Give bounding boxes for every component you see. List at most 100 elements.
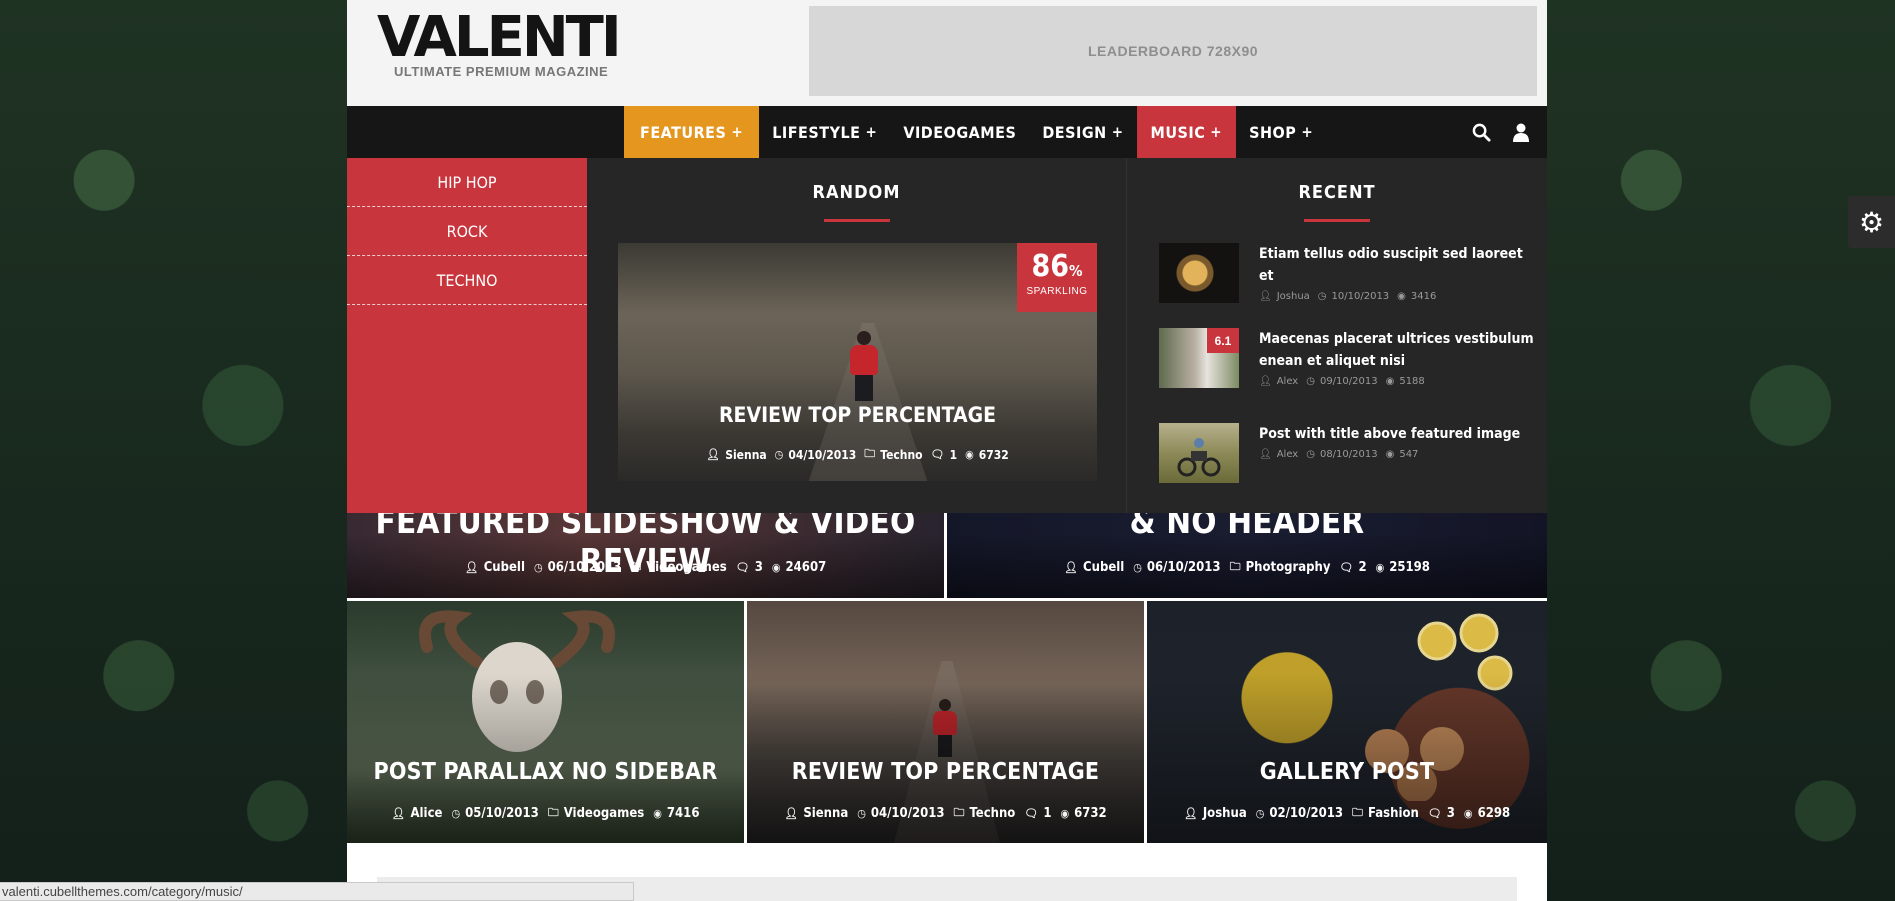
meta-author[interactable]: Sienna (725, 448, 766, 462)
tile-title: REVIEW TOP PERCENTAGE (791, 759, 1100, 785)
nav-item-features[interactable]: FEATURES + (624, 106, 760, 158)
nav-label: DESIGN (1042, 122, 1107, 142)
meta-comments[interactable]: 3 (755, 560, 763, 575)
settings-gear-icon[interactable]: ⚙︎ (1848, 196, 1895, 248)
user-icon: 👤︎ (391, 807, 406, 820)
meta-category[interactable]: Videogames (564, 806, 645, 821)
subcategory-rock[interactable]: ROCK (347, 207, 587, 256)
meta-category[interactable]: Fashion (1368, 806, 1419, 821)
eye-icon: ◉ (1463, 807, 1473, 820)
recent-post-title[interactable]: Maecenas placerat ultrices vestibulum en… (1259, 328, 1539, 372)
user-icon: 👤︎ (1259, 376, 1272, 387)
post-tile-review-top-percentage[interactable]: REVIEW TOP PERCENTAGE 👤︎ Sienna ◷ 04/10/20… (747, 601, 1144, 843)
nav-item-design[interactable]: DESIGN + (1029, 106, 1136, 158)
plus-icon: + (1301, 123, 1314, 141)
meta-date: 10/10/2013 (1331, 291, 1390, 302)
score-badge: 6.1 (1207, 328, 1239, 353)
nav-item-lifestyle[interactable]: LIFESTYLE + (759, 106, 890, 158)
meta-date: 08/10/2013 (1319, 449, 1378, 460)
subcategory-hip-hop[interactable]: HIP HOP (347, 158, 587, 207)
eye-icon: ◉ (653, 807, 662, 820)
meta-comments[interactable]: 1 (950, 448, 958, 462)
nav-label: FEATURES (640, 122, 727, 142)
mega-menu-subcategories: HIP HOP ROCK TECHNO (347, 158, 587, 513)
comment-icon: 🗨︎ (1339, 561, 1354, 574)
plus-icon: + (1111, 123, 1124, 141)
subcategory-techno[interactable]: TECHNO (347, 256, 587, 305)
post-tile-no-header[interactable]: & NO HEADER 👤︎ Cubell ◷ 06/10/2013 🗀 Photog… (947, 506, 1547, 598)
site-logo[interactable]: VALENTI ULTIMATE PREMIUM MAGAZINE (377, 8, 622, 80)
meta-author[interactable]: Alex (1277, 376, 1299, 387)
recent-post-title[interactable]: Etiam tellus odio suscipit sed laoreet e… (1259, 243, 1539, 287)
eye-icon: ◉ (1385, 376, 1395, 387)
meta-category[interactable]: Videogames (646, 560, 727, 575)
user-icon[interactable] (1513, 123, 1529, 142)
meta-author[interactable]: Cubell (1083, 560, 1124, 575)
meta-views: 24607 (785, 560, 827, 575)
meta-date: 09/10/2013 (1319, 376, 1378, 387)
clock-icon: ◷ (1306, 376, 1315, 387)
tile-title: GALLERY POST (1259, 759, 1435, 785)
user-icon: 👤︎ (1259, 291, 1272, 302)
nav-item-videogames[interactable]: VIDEOGAMES (890, 106, 1029, 158)
user-icon: 👤︎ (1259, 449, 1272, 460)
meta-views: 7416 (666, 806, 700, 821)
meta-views: 5188 (1399, 376, 1425, 387)
meta-author[interactable]: Alex (1277, 449, 1299, 460)
eye-icon: ◉ (965, 448, 974, 461)
meta-date: 04/10/2013 (870, 806, 945, 821)
recent-post-meta: 👤︎ Alex ◷ 09/10/2013 ◉ 5188 (1259, 376, 1539, 387)
header: VALENTI ULTIMATE PREMIUM MAGAZINE LEADER… (347, 0, 1547, 106)
meta-category[interactable]: Techno (880, 448, 922, 462)
meta-category[interactable]: Techno (970, 806, 1016, 821)
clock-icon: ◷ (774, 448, 784, 461)
post-tile-parallax[interactable]: POST PARALLAX NO SIDEBAR 👤︎ Alice ◷ 05/10/… (347, 601, 744, 843)
nav-item-shop[interactable]: SHOP + (1236, 106, 1326, 158)
random-post-card[interactable]: 86% SPARKLING REVIEW TOP PERCENTAGE 👤︎ Si… (618, 243, 1097, 481)
background-forest-right (1547, 0, 1895, 901)
clock-icon: ◷ (1133, 561, 1142, 574)
main-nav: FEATURES + LIFESTYLE + VIDEOGAMES DESIGN + … (347, 106, 1547, 158)
meta-views: 547 (1399, 449, 1419, 460)
recent-post-meta: 👤︎ Joshua ◷ 10/10/2013 ◉ 3416 (1259, 291, 1539, 302)
meta-comments[interactable]: 2 (1358, 560, 1366, 575)
search-icon[interactable] (1472, 123, 1491, 142)
heading-underline (1304, 219, 1370, 222)
meta-date: 05/10/2013 (465, 806, 539, 821)
meta-author[interactable]: Alice (411, 806, 443, 821)
post-tile-gallery[interactable]: GALLERY POST 👤︎ Joshua ◷ 02/10/2013 🗀 Fashi… (1147, 601, 1547, 843)
nav-item-music[interactable]: MUSIC + (1136, 106, 1237, 158)
recent-thumbnail[interactable]: 6.1 (1159, 328, 1239, 388)
recent-thumbnail[interactable] (1159, 243, 1239, 303)
score-label: SPARKLING (1026, 286, 1088, 297)
random-section: RANDOM 86% SPARKLING REVIEW TOP PERCENTA… (587, 158, 1127, 513)
score-unit: % (1069, 262, 1083, 280)
leaderboard-ad[interactable]: LEADERBOARD 728X90 (809, 6, 1537, 96)
meta-author[interactable]: Sienna (803, 806, 848, 821)
recent-post-title[interactable]: Post with title above featured image (1259, 423, 1520, 445)
random-heading: RANDOM (812, 182, 901, 203)
meta-author[interactable]: Joshua (1277, 291, 1310, 302)
random-post-title: REVIEW TOP PERCENTAGE (719, 403, 996, 427)
background-forest-left (0, 0, 347, 901)
meta-comments[interactable]: 1 (1043, 806, 1051, 821)
site-container: VALENTI ULTIMATE PREMIUM MAGAZINE LEADER… (347, 0, 1547, 901)
post-tile-featured-slideshow[interactable]: FEATURED SLIDESHOW & VIDEO REVIEW 👤︎ Cube… (347, 506, 944, 598)
recent-post[interactable]: Etiam tellus odio suscipit sed laoreet e… (1159, 243, 1539, 303)
tile-title: POST PARALLAX NO SIDEBAR (373, 759, 718, 785)
clock-icon: ◷ (1306, 449, 1315, 460)
tile-meta: 👤︎ Sienna ◷ 04/10/2013 🗀 Techno 🗨︎ 1 ◉ 6732 (747, 804, 1144, 823)
eye-icon: ◉ (1060, 807, 1070, 820)
meta-author[interactable]: Joshua (1203, 806, 1247, 821)
meta-comments[interactable]: 3 (1447, 806, 1455, 821)
eye-icon: ◉ (771, 561, 781, 574)
recent-thumbnail[interactable] (1159, 423, 1239, 483)
recent-post[interactable]: 6.1 Maecenas placerat ultrices vestibulu… (1159, 328, 1539, 388)
recent-post[interactable]: Post with title above featured image 👤︎ A… (1159, 423, 1539, 483)
plus-icon: + (731, 123, 744, 141)
meta-author[interactable]: Cubell (484, 560, 525, 575)
eye-icon: ◉ (1375, 561, 1385, 574)
tile-meta: 👤︎ Cubell ◷ 06/10/2013 🗀 Photography 🗨︎ 2 ◉ 2… (947, 558, 1547, 577)
meta-category[interactable]: Photography (1246, 560, 1331, 575)
logo-tagline: ULTIMATE PREMIUM MAGAZINE (394, 64, 609, 79)
